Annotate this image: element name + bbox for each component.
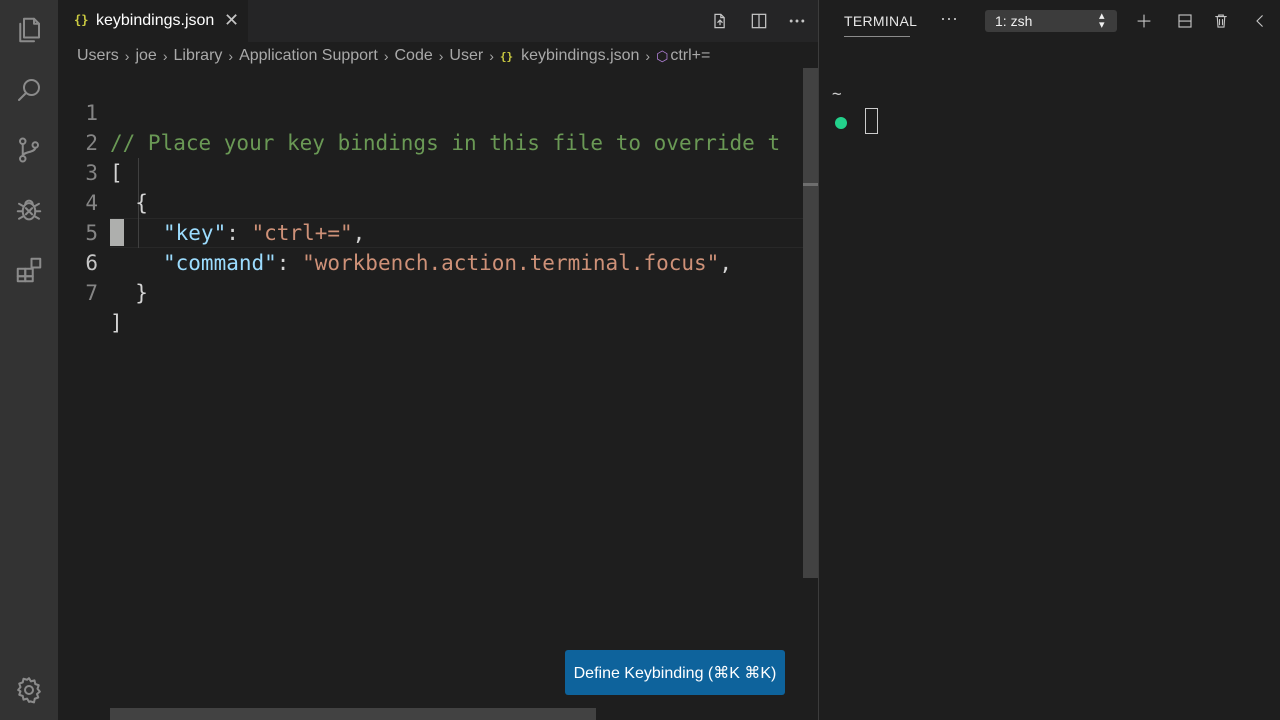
chevron-right-icon: › bbox=[438, 48, 444, 64]
breadcrumb-item[interactable]: Library bbox=[173, 47, 222, 65]
code-line: 6 } bbox=[58, 218, 803, 305]
extensions-icon[interactable] bbox=[13, 254, 45, 286]
chevron-right-icon: › bbox=[162, 48, 168, 64]
code-line: 4 "key": "ctrl+=", bbox=[58, 158, 803, 245]
breadcrumb-item[interactable]: joe bbox=[135, 47, 156, 65]
select-arrows-icon: ▴ ▾ bbox=[1099, 10, 1105, 31]
define-keybinding-button[interactable]: Define Keybinding (⌘K ⌘K) bbox=[565, 650, 785, 695]
breadcrumb: Users › joe › Library › Application Supp… bbox=[77, 45, 710, 67]
tab-strip: {} keybindings.json ✕ bbox=[58, 0, 818, 42]
terminal-tab-title[interactable]: TERMINAL bbox=[844, 13, 917, 29]
new-terminal-icon[interactable] bbox=[1133, 10, 1155, 32]
editor-pane: {} keybindings.json ✕ Users › joe › Libr… bbox=[58, 0, 818, 720]
chevron-right-icon: › bbox=[383, 48, 389, 64]
tab-title: keybindings.json bbox=[96, 12, 215, 29]
chevron-right-icon: › bbox=[124, 48, 130, 64]
text-cursor bbox=[110, 219, 124, 246]
code-text: ] bbox=[110, 311, 123, 335]
source-control-icon[interactable] bbox=[13, 134, 45, 166]
chevron-right-icon: › bbox=[645, 48, 651, 64]
prompt-smiley-icon bbox=[835, 117, 847, 129]
code-line: 7 ] bbox=[58, 248, 803, 335]
more-actions-icon[interactable]: ··· bbox=[940, 8, 958, 29]
explorer-icon[interactable] bbox=[13, 14, 45, 46]
trash-icon[interactable] bbox=[1210, 10, 1232, 32]
breadcrumb-item[interactable]: Users bbox=[77, 47, 119, 65]
breadcrumb-file[interactable]: keybindings.json bbox=[521, 47, 639, 65]
chevron-right-icon: › bbox=[489, 48, 494, 64]
terminal-prompt-dir: ~ bbox=[832, 84, 842, 103]
symbol-object-icon: ⬡ bbox=[656, 47, 669, 64]
chevron-left-icon[interactable] bbox=[1249, 10, 1271, 32]
activity-bar bbox=[0, 0, 58, 720]
breadcrumb-item[interactable]: Code bbox=[395, 47, 433, 65]
tab-keybindings-json[interactable]: {} keybindings.json ✕ bbox=[58, 0, 248, 42]
terminal-shell-select-value: 1: zsh bbox=[995, 13, 1033, 29]
split-terminal-icon[interactable] bbox=[1174, 10, 1196, 32]
json-file-icon: {} bbox=[74, 13, 89, 27]
code-editor[interactable]: 1 // Place your key bindings in this fil… bbox=[58, 68, 803, 708]
debug-icon[interactable] bbox=[13, 194, 45, 226]
terminal-tab-underline bbox=[844, 36, 910, 37]
scrollbar-cursor-marker bbox=[803, 183, 818, 186]
more-actions-icon[interactable] bbox=[785, 10, 809, 32]
terminal-panel: TERMINAL ··· 1: zsh ▴ ▾ ~ bbox=[819, 0, 1280, 720]
breadcrumb-item[interactable]: User bbox=[449, 47, 483, 65]
code-line: 3 { bbox=[58, 128, 803, 215]
open-settings-json-icon[interactable] bbox=[708, 10, 732, 32]
json-file-icon: {} bbox=[499, 49, 514, 63]
terminal-shell-select[interactable]: 1: zsh ▴ ▾ bbox=[985, 10, 1117, 32]
code-line: 5 "command": "workbench.action.terminal.… bbox=[58, 188, 803, 275]
breadcrumb-item[interactable]: Application Support bbox=[239, 47, 378, 65]
gear-icon[interactable] bbox=[13, 674, 45, 706]
code-line: 2 [ bbox=[58, 98, 803, 185]
breadcrumb-symbol[interactable]: ctrl+= bbox=[670, 47, 710, 65]
chevron-right-icon: › bbox=[228, 48, 234, 64]
split-editor-icon[interactable] bbox=[747, 10, 771, 32]
vertical-scrollbar[interactable] bbox=[803, 68, 818, 578]
code-line: 1 // Place your key bindings in this fil… bbox=[58, 68, 803, 155]
line-number: 7 bbox=[85, 281, 98, 305]
horizontal-scrollbar[interactable] bbox=[110, 708, 596, 720]
terminal-cursor[interactable] bbox=[865, 108, 878, 134]
close-icon[interactable]: ✕ bbox=[224, 10, 239, 31]
search-icon[interactable] bbox=[13, 74, 45, 106]
